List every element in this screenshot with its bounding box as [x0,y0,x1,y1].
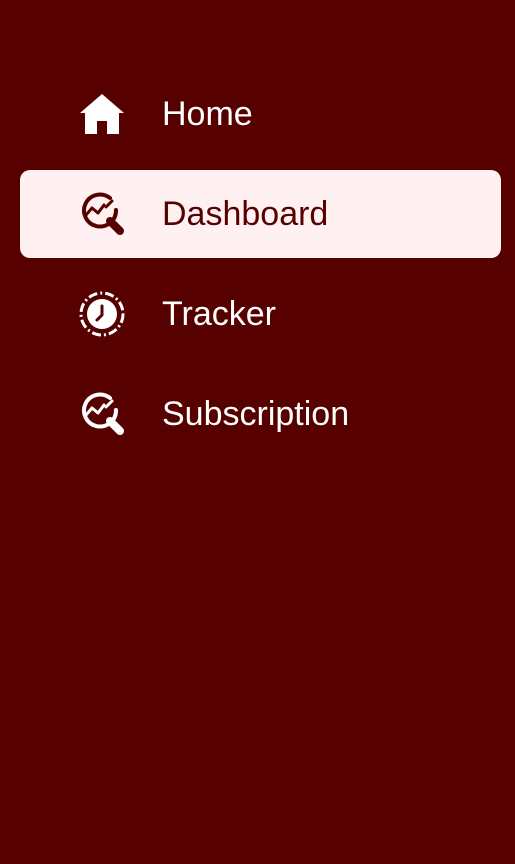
sidebar-item-subscription[interactable]: Subscription [20,370,501,458]
sidebar-item-label: Subscription [162,395,350,433]
home-icon [76,88,128,140]
sidebar-item-dashboard[interactable]: Dashboard [20,170,501,258]
sidebar-item-label: Home [162,95,253,133]
sidebar: Home Dashboard Tracker Subscription [0,0,515,864]
sidebar-item-label: Dashboard [162,195,329,233]
chart-magnifier-icon [76,388,128,440]
clock-icon [76,288,128,340]
sidebar-item-home[interactable]: Home [20,70,501,158]
sidebar-item-tracker[interactable]: Tracker [20,270,501,358]
chart-magnifier-icon [76,188,128,240]
sidebar-item-label: Tracker [162,295,276,333]
